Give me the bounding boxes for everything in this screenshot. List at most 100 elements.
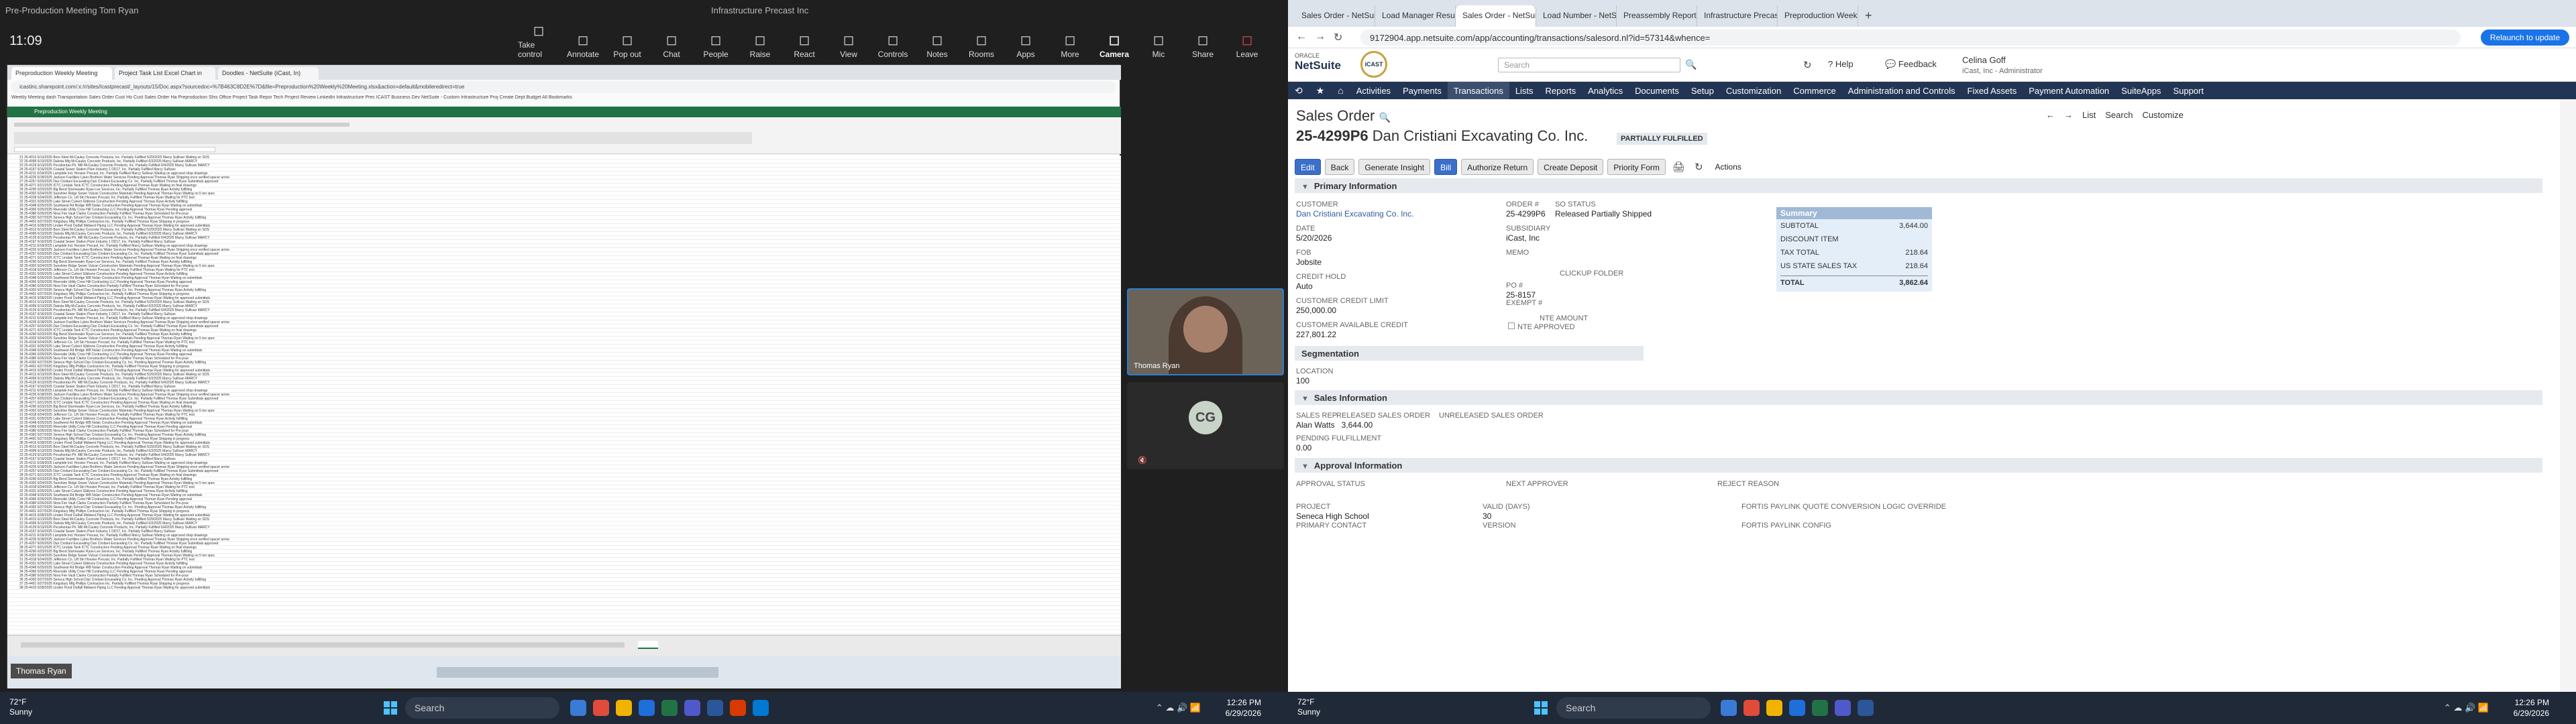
nav-item-lists[interactable]: Lists xyxy=(1509,82,1540,100)
toolbar-notes-button[interactable]: ◻ Notes xyxy=(916,24,958,59)
home-icon[interactable]: ⌂ xyxy=(1331,82,1350,99)
sales-section-header[interactable]: ▼ Sales Information xyxy=(1295,390,2542,405)
windows-start-icon[interactable] xyxy=(1534,701,1548,715)
toolbar-chat-button[interactable]: ◻ Chat xyxy=(651,24,692,59)
nav-item-analytics[interactable]: Analytics xyxy=(1582,82,1629,100)
browser-tab[interactable]: Load Manager Results - NetSuite xyxy=(1375,5,1456,27)
relaunch-button[interactable]: Relaunch to update xyxy=(2480,29,2569,46)
nav-item-reports[interactable]: Reports xyxy=(1540,82,1582,100)
prev-arrow-icon[interactable]: ← xyxy=(2046,110,2055,120)
toolbar-controls-button[interactable]: ◻ Controls xyxy=(872,24,914,59)
chrome-icon[interactable] xyxy=(593,700,609,716)
nav-item-fixed-assets[interactable]: Fixed Assets xyxy=(1962,82,2023,100)
nav-item-activities[interactable]: Activities xyxy=(1350,82,1397,100)
user-menu[interactable]: Celina Goff iCast, Inc - Administrator xyxy=(1962,55,2043,76)
teams-icon[interactable] xyxy=(684,700,700,716)
powerpoint-icon[interactable] xyxy=(730,700,746,716)
authorize-return-button[interactable]: Authorize Return xyxy=(1461,159,1534,175)
bill-button[interactable]: Bill xyxy=(1434,159,1458,175)
nav-item-customization[interactable]: Customization xyxy=(1720,82,1787,100)
create-deposit-button[interactable]: Create Deposit xyxy=(1538,159,1604,175)
toolbar-raise-button[interactable]: ◻ Raise xyxy=(739,24,781,59)
table-row[interactable]: 38 25-4415 6/28/2025 Linden Pond Outfall… xyxy=(7,586,1121,590)
toolbar-annotate-button[interactable]: ◻ Annotate xyxy=(562,24,604,59)
toolbar-take-control-button[interactable]: ◻ Take control xyxy=(518,24,559,59)
toolbar-camera-button[interactable]: ◻ Camera xyxy=(1093,24,1135,59)
nav-item-payments[interactable]: Payments xyxy=(1397,82,1448,100)
chrome-icon[interactable] xyxy=(1743,700,1760,716)
nav-item-documents[interactable]: Documents xyxy=(1629,82,1685,100)
approval-section-header[interactable]: ▼ Approval Information xyxy=(1295,458,2542,473)
weather-widget[interactable]: 72°F Sunny xyxy=(9,697,32,717)
toolbar-rooms-button[interactable]: ◻ Rooms xyxy=(961,24,1002,59)
nav-item-administration-and-controls[interactable]: Administration and Controls xyxy=(1842,82,1962,100)
search-icon[interactable]: 🔍 xyxy=(1685,59,1697,70)
task-view-icon[interactable] xyxy=(570,700,586,716)
customize-link[interactable]: Customize xyxy=(2142,110,2183,120)
video-tile[interactable]: Thomas Ryan xyxy=(1127,288,1284,375)
edit-button[interactable]: Edit xyxy=(1295,159,1321,175)
taskbar-search[interactable]: Search xyxy=(405,697,559,719)
recent-records-icon[interactable]: ↻ xyxy=(1803,59,1812,71)
nav-item-support[interactable]: Support xyxy=(2167,82,2210,100)
teams-icon[interactable] xyxy=(1835,700,1851,716)
nav-item-transactions[interactable]: Transactions xyxy=(1447,81,1509,100)
search-link[interactable]: Search xyxy=(2105,110,2133,120)
toolbar-react-button[interactable]: ◻ React xyxy=(784,24,825,59)
browser-tab[interactable]: Load Number - NetSuite (iCast, In xyxy=(1536,5,1617,27)
recent-icon[interactable]: ⟲ xyxy=(1288,82,1309,99)
word-icon[interactable] xyxy=(707,700,723,716)
file-explorer-icon[interactable] xyxy=(616,700,632,716)
nte-approved-checkbox[interactable] xyxy=(1508,322,1515,329)
nav-item-commerce[interactable]: Commerce xyxy=(1787,82,1842,100)
nav-item-payment-automation[interactable]: Payment Automation xyxy=(2023,82,2115,100)
priority-form-button[interactable]: Priority Form xyxy=(1607,159,1666,175)
global-search-input[interactable]: Search xyxy=(1498,58,1680,72)
word-icon[interactable] xyxy=(1858,700,1874,716)
search-icon[interactable]: 🔍 xyxy=(1379,112,1391,123)
help-link[interactable]: ? Help xyxy=(1828,59,1854,69)
weather-widget[interactable]: 72°F Sunny xyxy=(1297,697,1320,717)
windows-start-icon[interactable] xyxy=(384,701,397,715)
customer-link[interactable]: Dan Cristiani Excavating Co. Inc. xyxy=(1296,209,1413,219)
next-arrow-icon[interactable]: → xyxy=(2064,110,2073,120)
toolbar-mic-button[interactable]: ◻ Mic xyxy=(1138,24,1179,59)
back-arrow-icon[interactable]: ← xyxy=(1296,31,1307,43)
toolbar-more-button[interactable]: ◻ More xyxy=(1049,24,1091,59)
toolbar-pop-out-button[interactable]: ◻ Pop out xyxy=(606,24,648,59)
feedback-link[interactable]: 💬 Feedback xyxy=(1885,59,1937,70)
netsuite-logo[interactable]: ORACLE NetSuite xyxy=(1295,52,1341,72)
url-input[interactable]: 9172904.app.netsuite.com/app/accounting/… xyxy=(1360,29,2461,46)
segmentation-section-header[interactable]: Segmentation xyxy=(1295,346,1644,361)
task-view-icon[interactable] xyxy=(1721,700,1737,716)
nav-item-suiteapps[interactable]: SuiteApps xyxy=(2115,82,2167,100)
forward-arrow-icon[interactable]: → xyxy=(1315,31,1326,43)
taskbar-search[interactable]: Search xyxy=(1556,697,1711,719)
refresh-icon[interactable]: ↻ xyxy=(1692,161,1706,173)
toolbar-apps-button[interactable]: ◻ Apps xyxy=(1005,24,1046,59)
actions-menu[interactable]: Actions xyxy=(1710,159,1747,175)
print-icon[interactable]: 🖨 xyxy=(1670,161,1688,173)
nav-item-setup[interactable]: Setup xyxy=(1685,82,1720,100)
outlook-icon[interactable] xyxy=(1789,700,1805,716)
outlook-icon[interactable] xyxy=(639,700,655,716)
browser-tab[interactable]: Infrastructure Precast Inc (701 xyxy=(1697,5,1778,27)
file-explorer-icon[interactable] xyxy=(1766,700,1782,716)
generate-insight-button[interactable]: Generate Insight xyxy=(1358,159,1431,175)
toolbar-view-button[interactable]: ◻ View xyxy=(828,24,869,59)
excel-icon[interactable] xyxy=(661,700,678,716)
list-link[interactable]: List xyxy=(2082,110,2096,120)
participant-tile[interactable]: CG 🔇 xyxy=(1127,382,1284,469)
browser-tab[interactable]: Sales Order - NetSuite (iCast, In xyxy=(1295,5,1375,27)
browser-tab[interactable]: Sales Order - NetSuite (iCast, In xyxy=(1456,5,1536,27)
browser-tab[interactable]: Preproduction Weekly Meeting xyxy=(1778,5,1858,27)
back-button[interactable]: Back xyxy=(1324,159,1355,175)
favorites-icon[interactable]: ★ xyxy=(1309,82,1332,99)
toolbar-share-button[interactable]: ◻ Share xyxy=(1182,24,1224,59)
excel-icon[interactable] xyxy=(1812,700,1828,716)
new-tab-icon[interactable]: + xyxy=(1858,9,1879,27)
toolbar-people-button[interactable]: ◻ People xyxy=(695,24,737,59)
system-tray[interactable]: ⌃ ☁ 🔊 📶 xyxy=(2444,703,2489,713)
toolbar-leave-button[interactable]: ◻ Leave xyxy=(1226,24,1268,59)
system-tray[interactable]: ⌃ ☁ 🔊 📶 xyxy=(1156,703,1201,713)
